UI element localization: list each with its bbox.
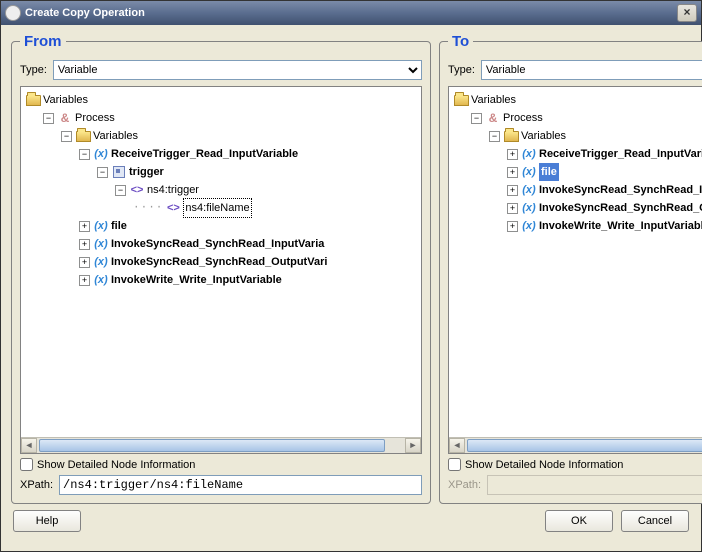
expand-icon[interactable]: + [507,167,518,178]
expand-icon[interactable]: + [507,185,518,196]
collapse-icon[interactable]: − [43,113,54,124]
scroll-left-icon[interactable]: ◄ [21,438,37,453]
expand-icon[interactable]: + [507,203,518,214]
to-legend: To [448,33,473,50]
expand-icon[interactable]: + [79,257,90,268]
tree-root[interactable]: Variables [471,91,516,109]
titlebar: Create Copy Operation × [1,1,701,25]
folder-icon [26,95,41,106]
cancel-button[interactable]: Cancel [621,510,689,532]
tree-root[interactable]: Variables [43,91,88,109]
variable-icon: (x) [521,146,537,162]
to-panel: To Type: Variable Variables − & Process [439,33,702,504]
tree-item[interactable]: InvokeSyncRead_SynchRead_OutputVari [111,253,327,271]
expand-icon[interactable]: + [507,149,518,160]
variable-icon: (x) [521,200,537,216]
tree-item[interactable]: InvokeWrite_Write_InputVariable [539,217,702,235]
window-title: Create Copy Operation [25,7,145,19]
variable-icon: (x) [93,146,109,162]
tree-vars-folder[interactable]: Variables [521,127,566,145]
element-icon [113,166,125,178]
expand-icon[interactable]: + [507,221,518,232]
to-type-label: Type: [448,64,475,76]
from-panel: From Type: Variable Variables − & Proces… [11,33,431,504]
variable-icon: (x) [521,164,537,180]
app-icon [5,5,21,21]
folder-icon [504,131,519,142]
ns-element-icon: <> [129,182,145,198]
collapse-icon[interactable]: − [61,131,72,142]
to-show-detail-label[interactable]: Show Detailed Node Information [465,459,623,471]
from-type-select[interactable]: Variable [53,60,422,80]
scroll-right-icon[interactable]: ► [405,438,421,453]
variable-icon: (x) [93,236,109,252]
collapse-icon[interactable]: − [489,131,500,142]
tree-connector: ···· [133,199,163,217]
help-button[interactable]: Help [13,510,81,532]
to-type-select[interactable]: Variable [481,60,702,80]
scroll-left-icon[interactable]: ◄ [449,438,465,453]
process-icon: & [485,110,501,126]
tree-trigger[interactable]: trigger [129,163,164,181]
folder-icon [454,95,469,106]
collapse-icon[interactable]: − [79,149,90,160]
close-icon[interactable]: × [677,4,697,22]
process-icon: & [57,110,73,126]
expand-icon[interactable]: + [79,275,90,286]
horizontal-scrollbar[interactable]: ◄ ► [449,437,702,453]
tree-item[interactable]: InvokeWrite_Write_InputVariable [111,271,282,289]
expand-icon[interactable]: + [79,221,90,232]
tree-item[interactable]: InvokeSyncRead_SynchRead_OutputVari [539,199,702,217]
to-show-detail-checkbox[interactable] [448,458,461,471]
tree-item[interactable]: ReceiveTrigger_Read_InputVariable [111,145,298,163]
horizontal-scrollbar[interactable]: ◄ ► [21,437,421,453]
ns-element-icon: <> [165,200,181,216]
tree-ns-trigger[interactable]: ns4:trigger [147,181,199,199]
tree-ns-filename-selected[interactable]: ns4:fileName [183,198,251,218]
from-legend: From [20,33,66,50]
tree-process[interactable]: Process [75,109,115,127]
collapse-icon[interactable]: − [97,167,108,178]
collapse-icon[interactable]: − [471,113,482,124]
tree-item[interactable]: InvokeSyncRead_SynchRead_InputVaria [111,235,324,253]
from-show-detail-checkbox[interactable] [20,458,33,471]
ok-button[interactable]: OK [545,510,613,532]
collapse-icon[interactable]: − [115,185,126,196]
from-tree[interactable]: Variables − & Process − Variables − (x) … [20,86,422,454]
to-xpath-label: XPath: [448,479,481,491]
folder-icon [76,131,91,142]
from-type-label: Type: [20,64,47,76]
tree-item[interactable]: ReceiveTrigger_Read_InputVariable [539,145,702,163]
tree-item[interactable]: file [111,217,127,235]
from-xpath-input[interactable] [59,475,422,495]
variable-icon: (x) [93,254,109,270]
to-xpath-input [487,475,702,495]
dialog-button-bar: Help OK Cancel [1,508,701,542]
expand-icon[interactable]: + [79,239,90,250]
variable-icon: (x) [521,218,537,234]
tree-vars-folder[interactable]: Variables [93,127,138,145]
variable-icon: (x) [93,218,109,234]
from-show-detail-label[interactable]: Show Detailed Node Information [37,459,195,471]
tree-item-selected[interactable]: file [539,163,559,181]
tree-process[interactable]: Process [503,109,543,127]
variable-icon: (x) [521,182,537,198]
variable-icon: (x) [93,272,109,288]
tree-item[interactable]: InvokeSyncRead_SynchRead_InputVaria [539,181,702,199]
from-xpath-label: XPath: [20,479,53,491]
to-tree[interactable]: Variables − & Process − Variables + (x) … [448,86,702,454]
